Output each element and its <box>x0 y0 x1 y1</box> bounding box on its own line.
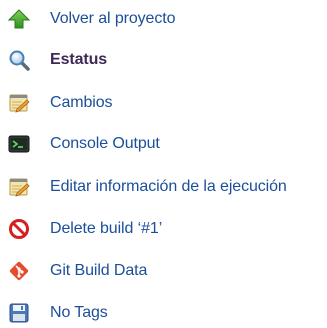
floppy-disk-icon <box>8 302 30 324</box>
no-entry-icon <box>8 218 30 240</box>
terminal-icon <box>8 133 30 155</box>
notepad-pencil-icon <box>8 176 30 198</box>
git-logo-icon <box>8 260 30 282</box>
menu-item-label: Console Output <box>50 135 160 152</box>
magnifier-icon <box>8 49 30 71</box>
menu-item-label: Git Build Data <box>50 262 148 279</box>
menu-item-label: Volver al proyecto <box>50 10 176 27</box>
menu-item-label: Cambios <box>50 94 113 111</box>
side-menu: Volver al proyecto Estatus Cambios Conso… <box>0 0 327 328</box>
menu-item-label: Delete build ‘#1’ <box>50 220 163 237</box>
green-up-arrow-icon <box>8 8 30 30</box>
menu-item-label: Editar información de la ejecución <box>50 178 287 195</box>
notepad-pencil-icon <box>8 92 30 114</box>
menu-item-label: No Tags <box>50 304 108 321</box>
menu-item-label: Estatus <box>50 51 108 68</box>
